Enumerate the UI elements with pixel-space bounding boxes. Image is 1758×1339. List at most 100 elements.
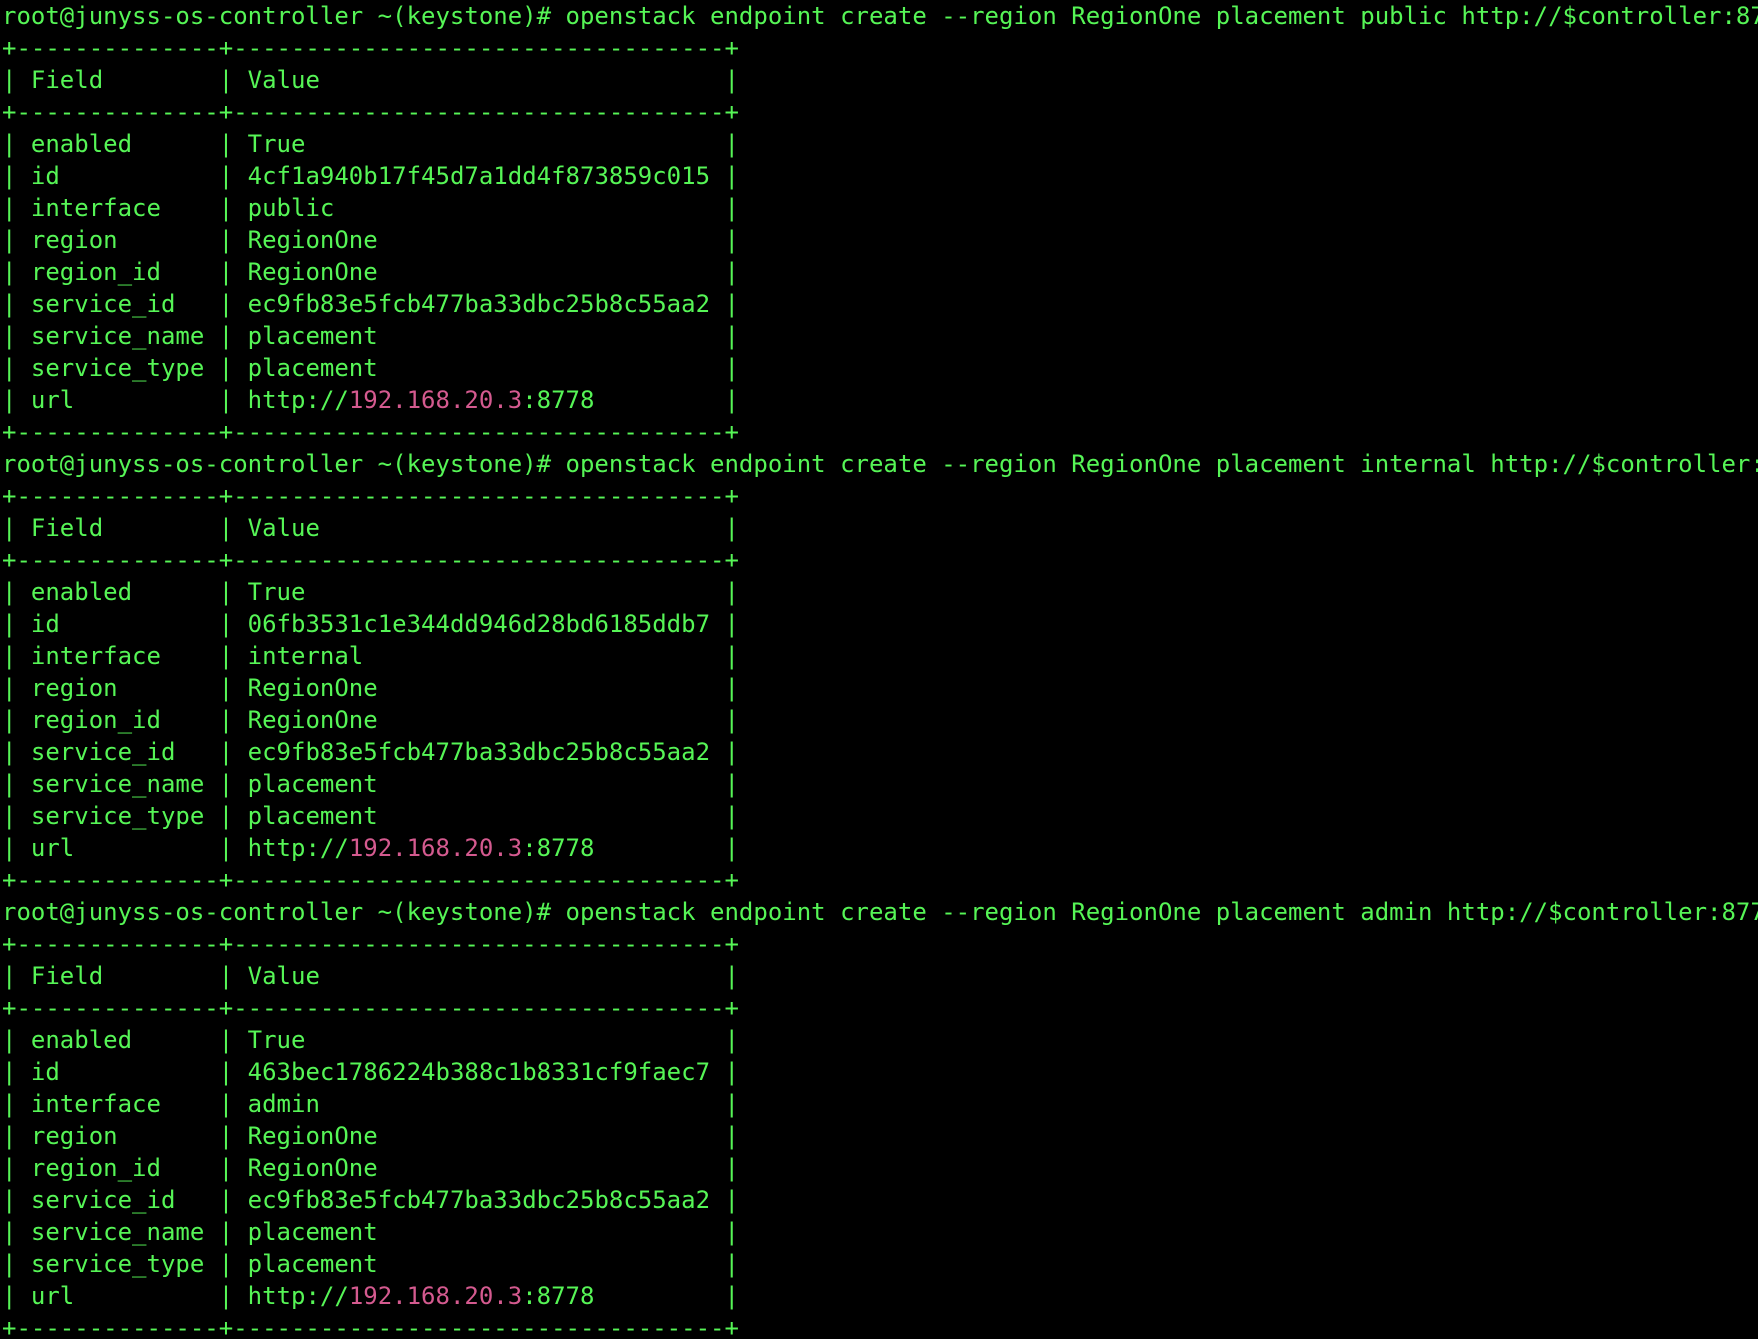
field-name: service_type xyxy=(30,802,205,830)
url-port: :8778 xyxy=(522,386,595,414)
shell-command: openstack endpoint create --region Regio… xyxy=(565,898,1758,926)
table-border: +--------------+------------------------… xyxy=(2,416,1758,448)
table-row: | interface | admin | xyxy=(2,1090,739,1118)
table-border: +--------------+------------------------… xyxy=(2,32,1758,64)
field-name: interface xyxy=(30,1090,161,1118)
table-row: | interface | internal | xyxy=(2,642,739,670)
shell-command: openstack endpoint create --region Regio… xyxy=(565,450,1758,478)
field-name: id xyxy=(30,1058,60,1086)
field-value: ec9fb83e5fcb477ba33dbc25b8c55aa2 xyxy=(247,1186,711,1214)
terminal-window[interactable]: root@junyss-os-controller ~(keystone)# o… xyxy=(2,0,1758,1339)
table-row: | id | 06fb3531c1e344dd946d28bd6185ddb7 … xyxy=(2,610,739,638)
field-name: service_name xyxy=(30,322,205,350)
table-border: +--------------+------------------------… xyxy=(2,96,1758,128)
table-header-row: | Field | Value | xyxy=(2,962,739,990)
table-header-row: | Field | Value | xyxy=(2,66,739,94)
table-row: | id | 463bec1786224b388c1b8331cf9faec7 … xyxy=(2,1058,739,1086)
table-border: +--------------+------------------------… xyxy=(2,480,1758,512)
table-border-text: +--------------+------------------------… xyxy=(2,994,739,1022)
table-row: | url | http://192.168.20.3:8778 | xyxy=(2,1282,739,1310)
field-name: service_id xyxy=(30,1186,176,1214)
table-border: +--------------+------------------------… xyxy=(2,1312,1758,1339)
field-name: service_id xyxy=(30,290,176,318)
table-row: | enabled | True | xyxy=(2,130,739,158)
field-value: True xyxy=(247,578,306,606)
table-border-text: +--------------+------------------------… xyxy=(2,546,739,574)
field-value: placement xyxy=(247,354,378,382)
table-border-text: +--------------+------------------------… xyxy=(2,866,739,894)
field-name: enabled xyxy=(30,1026,133,1054)
field-name: interface xyxy=(30,642,161,670)
table-border: +--------------+------------------------… xyxy=(2,928,1758,960)
url-port: :8778 xyxy=(522,834,595,862)
field-name: url xyxy=(30,834,75,862)
shell-prompt: root@junyss-os-controller ~(keystone)# xyxy=(2,898,552,926)
field-name: enabled xyxy=(30,578,133,606)
table-row: | service_type | placement | xyxy=(2,1250,739,1278)
table-border-text: +--------------+------------------------… xyxy=(2,1314,739,1339)
table-border-text: +--------------+------------------------… xyxy=(2,98,739,126)
table-row: | id | 4cf1a940b17f45d7a1dd4f873859c015 … xyxy=(2,162,739,190)
field-name: region xyxy=(30,674,118,702)
table-border: +--------------+------------------------… xyxy=(2,992,1758,1024)
table-row: | service_name | placement | xyxy=(2,770,739,798)
column-header-field: Field xyxy=(30,514,104,542)
shell-prompt: root@junyss-os-controller ~(keystone)# xyxy=(2,450,552,478)
table-row: | service_id | ec9fb83e5fcb477ba33dbc25b… xyxy=(2,738,739,766)
field-value: admin xyxy=(247,1090,320,1118)
table-border: +--------------+------------------------… xyxy=(2,864,1758,896)
table-row: | region | RegionOne | xyxy=(2,1122,739,1150)
field-name: region_id xyxy=(30,1154,161,1182)
field-name: region_id xyxy=(30,706,161,734)
url-port: :8778 xyxy=(522,1282,595,1310)
table-border-text: +--------------+------------------------… xyxy=(2,930,739,958)
url-scheme: http:// xyxy=(247,834,349,862)
table-row: | region | RegionOne | xyxy=(2,226,739,254)
field-value: ec9fb83e5fcb477ba33dbc25b8c55aa2 xyxy=(247,290,711,318)
column-header-value: Value xyxy=(247,514,320,542)
column-header-value: Value xyxy=(247,962,320,990)
table-row: | service_id | ec9fb83e5fcb477ba33dbc25b… xyxy=(2,290,739,318)
field-value: placement xyxy=(247,322,378,350)
table-row: | url | http://192.168.20.3:8778 | xyxy=(2,386,739,414)
column-header-value: Value xyxy=(247,66,320,94)
table-row: | url | http://192.168.20.3:8778 | xyxy=(2,834,739,862)
field-value: internal xyxy=(247,642,364,670)
field-value: ec9fb83e5fcb477ba33dbc25b8c55aa2 xyxy=(247,738,711,766)
field-value: RegionOne xyxy=(247,706,378,734)
field-value: 4cf1a940b17f45d7a1dd4f873859c015 xyxy=(247,162,711,190)
prompt-line: root@junyss-os-controller ~(keystone)# o… xyxy=(2,448,1758,480)
field-value: RegionOne xyxy=(247,226,378,254)
table-row: | service_name | placement | xyxy=(2,1218,739,1246)
field-value: RegionOne xyxy=(247,1122,378,1150)
field-name: service_type xyxy=(30,354,205,382)
shell-prompt: root@junyss-os-controller ~(keystone)# xyxy=(2,2,552,30)
field-value: RegionOne xyxy=(247,258,378,286)
field-value: RegionOne xyxy=(247,674,378,702)
table-row: | service_type | placement | xyxy=(2,354,739,382)
field-name: region xyxy=(30,1122,118,1150)
table-border-text: +--------------+------------------------… xyxy=(2,482,739,510)
table-row: | region | RegionOne | xyxy=(2,674,739,702)
table-row: | enabled | True | xyxy=(2,578,739,606)
field-name: service_name xyxy=(30,1218,205,1246)
table-row: | service_name | placement | xyxy=(2,322,739,350)
field-name: url xyxy=(30,386,75,414)
field-name: id xyxy=(30,610,60,638)
table-row: | enabled | True | xyxy=(2,1026,739,1054)
field-value: 06fb3531c1e344dd946d28bd6185ddb7 xyxy=(247,610,711,638)
url-scheme: http:// xyxy=(247,386,349,414)
table-row: | service_id | ec9fb83e5fcb477ba33dbc25b… xyxy=(2,1186,739,1214)
field-value: placement xyxy=(247,770,378,798)
field-name: url xyxy=(30,1282,75,1310)
field-value: 463bec1786224b388c1b8331cf9faec7 xyxy=(247,1058,711,1086)
field-name: service_type xyxy=(30,1250,205,1278)
table-border-text: +--------------+------------------------… xyxy=(2,34,739,62)
table-border: +--------------+------------------------… xyxy=(2,544,1758,576)
field-value: placement xyxy=(247,802,378,830)
field-name: interface xyxy=(30,194,161,222)
field-name: region_id xyxy=(30,258,161,286)
url-ip-address: 192.168.20.3 xyxy=(348,386,523,414)
table-row: | region_id | RegionOne | xyxy=(2,706,739,734)
field-name: service_id xyxy=(30,738,176,766)
